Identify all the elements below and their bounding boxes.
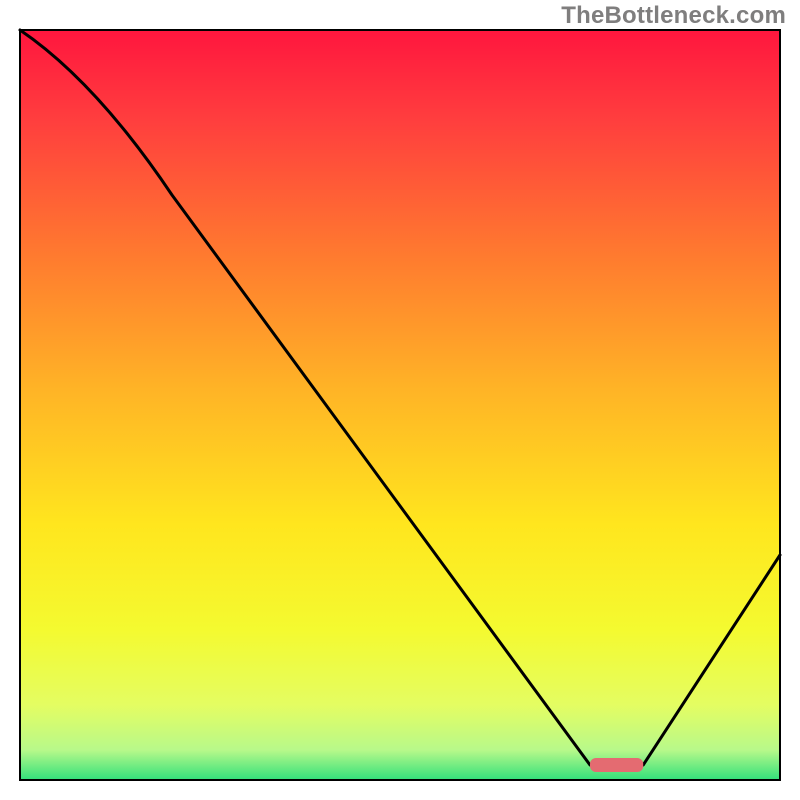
chart-container: TheBottleneck.com <box>0 0 800 800</box>
watermark-text: TheBottleneck.com <box>561 2 786 30</box>
chart-svg <box>0 0 800 800</box>
optimum-marker <box>590 758 643 772</box>
